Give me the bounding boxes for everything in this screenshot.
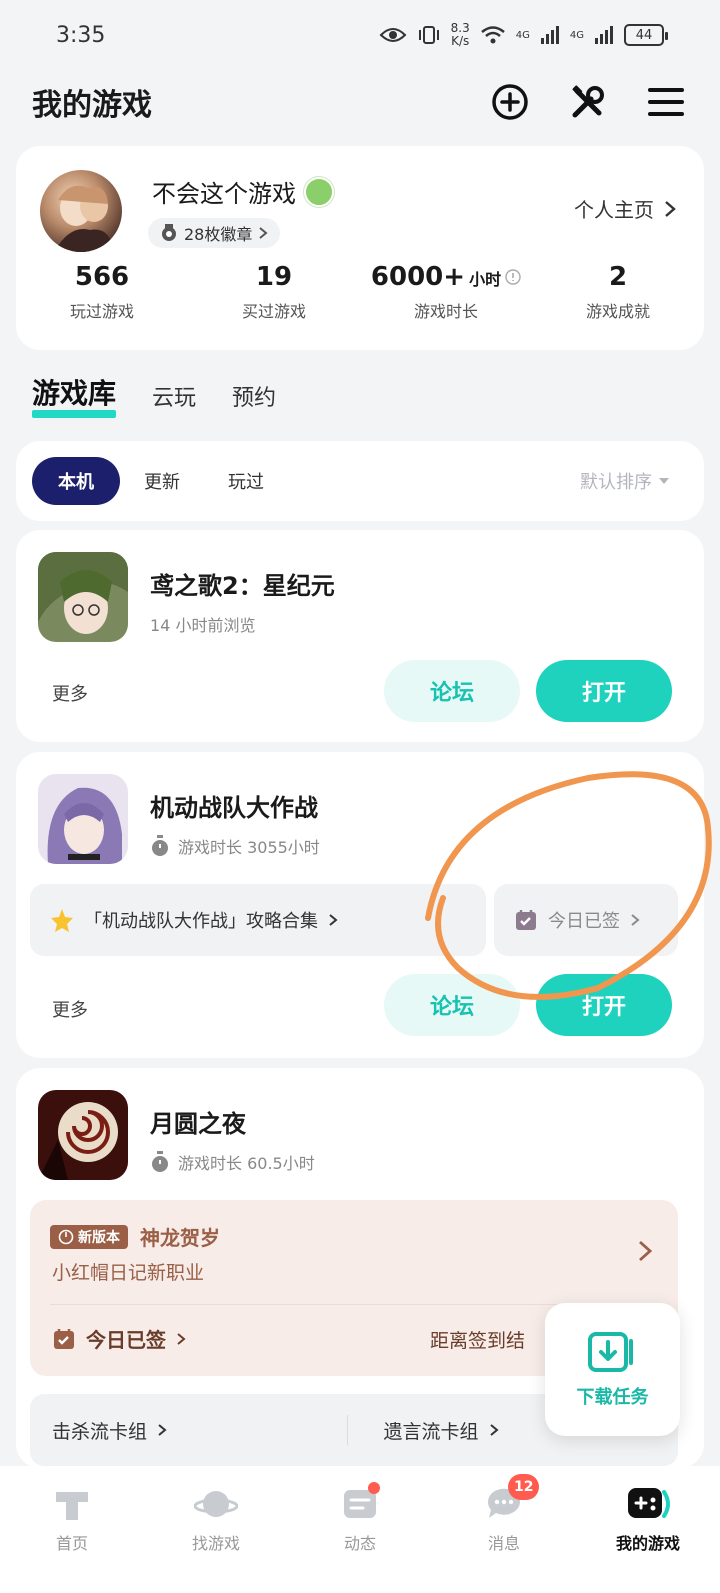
tab-reservation[interactable]: 预约: [232, 380, 276, 420]
power-icon: [58, 1229, 74, 1244]
menu-icon: [648, 88, 684, 116]
signal-2-label: 4G: [569, 29, 584, 41]
chevron-right-icon: [177, 1332, 186, 1345]
medal-icon: [162, 224, 176, 241]
chevron-right-icon: [639, 1240, 652, 1262]
vibrate-icon: [418, 26, 439, 44]
chevron-right-icon: [489, 1424, 499, 1436]
info-icon: [505, 269, 521, 285]
star-icon: [51, 909, 73, 932]
profile-card: 不会这个游戏 28枚徽章 个人主页 566 玩过游戏 19 买过游戏 6000+…: [16, 146, 704, 350]
signal-icon: [595, 26, 613, 44]
game-icon[interactable]: [38, 774, 128, 864]
signal-icon: [540, 26, 559, 44]
nav-messages[interactable]: 12 消息: [432, 1466, 576, 1593]
nav-discover[interactable]: 找游戏: [144, 1466, 288, 1593]
username[interactable]: 不会这个游戏: [152, 174, 334, 209]
badges-pill[interactable]: 28枚徽章: [148, 218, 281, 248]
unread-badge: 12: [508, 1474, 540, 1500]
homepage-link[interactable]: 个人主页: [574, 194, 676, 223]
add-button[interactable]: [490, 82, 530, 122]
net-speed: 8.3 K/s: [450, 21, 470, 48]
checkin-status[interactable]: 今日已签: [52, 1324, 186, 1353]
calendar-check-icon: [54, 1328, 74, 1349]
game-title[interactable]: 机动战队大作战: [150, 788, 318, 823]
battery-icon: 44: [624, 24, 668, 46]
stat-played[interactable]: 566 玩过游戏: [16, 262, 188, 322]
game-icon[interactable]: [38, 1090, 128, 1180]
menu-button[interactable]: [646, 82, 686, 122]
library-tabs: 游戏库 云玩 预约: [32, 372, 276, 420]
more-button[interactable]: 更多: [52, 996, 88, 1022]
game-title[interactable]: 鸢之歌2：星纪元: [150, 566, 335, 601]
status-time: 3:35: [56, 22, 106, 48]
nav-feed[interactable]: 动态: [288, 1466, 432, 1593]
tools-icon: [572, 85, 604, 118]
nav-home[interactable]: 首页: [0, 1466, 144, 1593]
game-title[interactable]: 月圆之夜: [150, 1104, 246, 1139]
game-playtime: 游戏时长 60.5小时: [150, 1150, 315, 1174]
stopwatch-icon: [152, 835, 168, 856]
open-button[interactable]: 打开: [536, 660, 672, 722]
new-version-tag: 新版本: [50, 1224, 128, 1249]
promo-description: 小红帽日记新职业: [52, 1262, 205, 1284]
gamepad-icon: [628, 1488, 670, 1518]
wifi-icon: [480, 26, 505, 44]
bottom-nav: 首页 找游戏 动态 12 消息 我的游戏: [0, 1466, 720, 1593]
filter-chip-updates[interactable]: 更新: [120, 457, 204, 505]
game-card: 鸢之歌2：星纪元 14 小时前浏览 更多 论坛 打开: [16, 530, 704, 742]
game-icon[interactable]: [38, 552, 128, 642]
stopwatch-icon: [152, 1151, 168, 1172]
eye-icon: [379, 28, 407, 42]
home-icon: [56, 1492, 88, 1520]
game-playtime: 游戏时长 3055小时: [150, 834, 320, 858]
notification-dot: [368, 1482, 380, 1494]
plus-circle-icon: [492, 84, 528, 120]
top-header: 我的游戏: [0, 72, 720, 132]
planet-icon: [194, 1491, 238, 1517]
more-button[interactable]: 更多: [52, 680, 88, 706]
chevron-right-icon: [329, 914, 338, 926]
page-title: 我的游戏: [32, 88, 152, 123]
status-icons: 8.3 K/s 4G 4G 44: [379, 21, 668, 48]
nav-my-games[interactable]: 我的游戏: [576, 1466, 720, 1593]
avatar[interactable]: [40, 170, 122, 252]
deck-link-left[interactable]: 击杀流卡组: [30, 1417, 347, 1444]
tools-button[interactable]: [568, 82, 608, 122]
caret-down-icon: [659, 478, 669, 484]
download-tasks-button[interactable]: 下载任务: [545, 1303, 680, 1436]
checkin-deadline: 距离签到结: [430, 1330, 526, 1352]
tab-library[interactable]: 游戏库: [32, 372, 117, 420]
forum-button[interactable]: 论坛: [384, 660, 520, 722]
filter-chip-local[interactable]: 本机: [32, 457, 120, 505]
chevron-right-icon: [259, 227, 268, 239]
stat-achievements[interactable]: 2 游戏成就: [532, 262, 704, 322]
stats-row: 566 玩过游戏 19 买过游戏 6000+ 小时 游戏时长 2 游戏成就: [16, 262, 704, 322]
chevron-right-icon: [158, 1424, 167, 1436]
signal-1-label: 4G: [515, 29, 530, 41]
avatar-emoji-icon: [304, 176, 334, 207]
sort-dropdown[interactable]: 默认排序: [580, 468, 688, 494]
stat-playtime[interactable]: 6000+ 小时 游戏时长: [360, 262, 532, 322]
download-icon: [587, 1331, 633, 1372]
promo-title: 神龙贺岁: [140, 1226, 220, 1250]
tab-cloud-play[interactable]: 云玩: [152, 380, 196, 420]
filter-chip-played[interactable]: 玩过: [204, 457, 288, 505]
stat-bought[interactable]: 19 买过游戏: [188, 262, 360, 322]
filter-bar: 本机 更新 玩过 默认排序: [16, 441, 704, 521]
game-subtitle: 14 小时前浏览: [150, 616, 256, 635]
chevron-right-icon: [665, 200, 676, 217]
annotation-circle: [425, 771, 712, 1000]
status-bar: 3:35 8.3 K/s 4G 4G 44: [0, 0, 720, 70]
